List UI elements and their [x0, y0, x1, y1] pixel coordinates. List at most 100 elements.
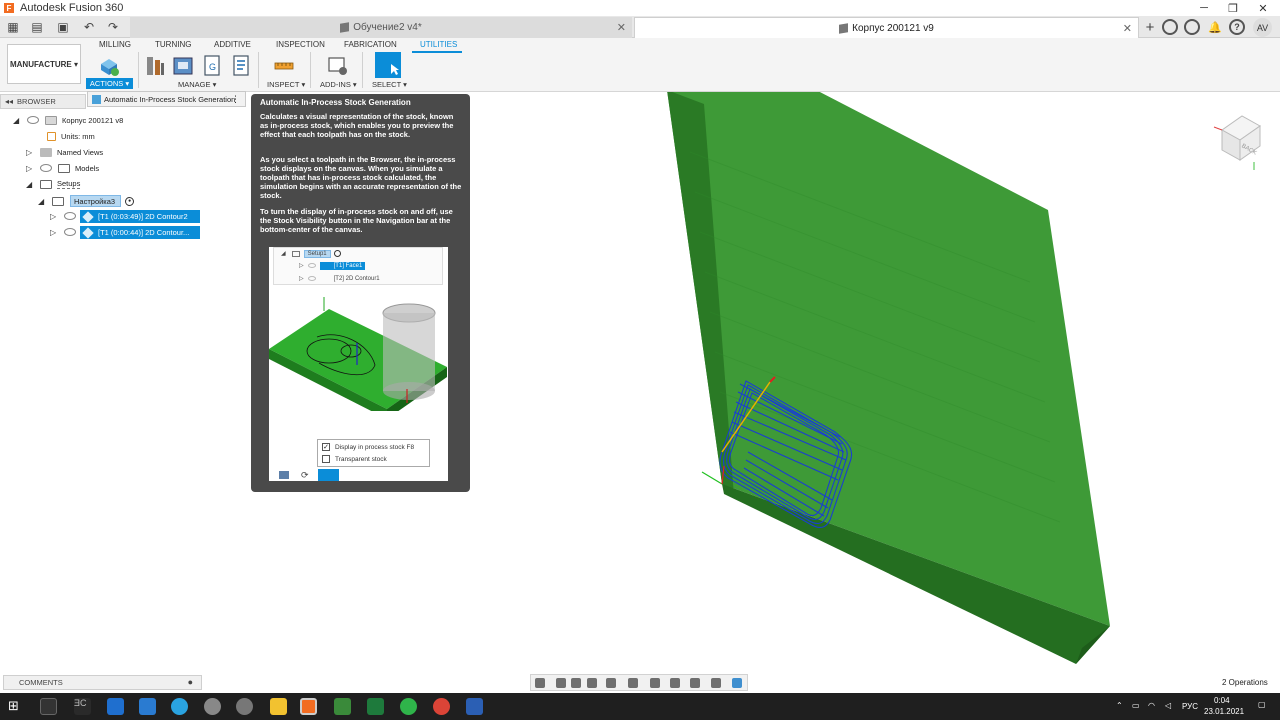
expand-triangle-icon[interactable]: ◢ — [38, 197, 46, 206]
new-tab-button[interactable]: + — [1141, 18, 1159, 36]
outlook-icon[interactable] — [139, 698, 156, 715]
stock-visibility-icon[interactable] — [732, 678, 742, 688]
operation-2d-contour[interactable]: [T1 (0:00:44)] 2D Contour... — [80, 226, 200, 239]
post-library-icon[interactable]: G — [201, 54, 223, 78]
setups-node[interactable]: ◢ Setups — [26, 177, 81, 191]
canvas-viewport[interactable]: BACK — [470, 90, 1280, 673]
terminal-app-icon[interactable] — [40, 698, 57, 715]
tray-chevron-icon[interactable]: ⌃ — [1116, 701, 1123, 710]
zoom-icon[interactable] — [587, 678, 597, 688]
close-tab-icon[interactable]: ✕ — [1123, 22, 1132, 35]
task-view-icon[interactable]: ƎC — [74, 698, 91, 715]
actions-menu-button[interactable]: ACTIONS ▾ — [86, 78, 133, 89]
user-avatar[interactable]: AV — [1253, 18, 1272, 37]
orbit-icon[interactable] — [535, 678, 545, 688]
inspect-menu-button[interactable]: INSPECT ▾ — [267, 80, 305, 89]
tool-library-icon[interactable] — [144, 54, 166, 78]
extensions-icon[interactable] — [1162, 19, 1178, 35]
chrome-icon[interactable] — [433, 698, 450, 715]
clock-date[interactable]: 23.01.2021 — [1204, 707, 1244, 716]
tab-utilities[interactable]: UTILITIES — [420, 40, 457, 49]
visibility-eye-icon[interactable] — [64, 212, 76, 220]
job-status-icon[interactable] — [1184, 19, 1200, 35]
app-icon[interactable] — [236, 698, 253, 715]
add-comment-icon[interactable]: ● — [188, 677, 193, 687]
maximize-button[interactable]: ❐ — [1216, 0, 1250, 16]
notification-center-icon[interactable]: ▢ — [1258, 700, 1266, 709]
viewcube[interactable]: BACK — [1204, 102, 1266, 172]
browser-header[interactable]: ◂◂ BROWSER — [0, 94, 86, 109]
browser-root-node[interactable]: ◢ Корпус 200121 v8 — [13, 113, 123, 127]
visibility-eye-icon[interactable] — [40, 164, 52, 172]
fusion-360-taskbar-icon[interactable] — [300, 698, 317, 715]
manage-menu-button[interactable]: MANAGE ▾ — [178, 80, 216, 89]
expand-triangle-icon[interactable]: ▷ — [26, 164, 34, 173]
tab-fabrication[interactable]: FABRICATION — [344, 40, 397, 49]
actions-dropdown-menu[interactable]: Automatic In-Process Stock Generation ⋮ — [87, 91, 246, 107]
close-tab-icon[interactable]: ✕ — [617, 21, 626, 34]
models-node[interactable]: ▷ Models — [26, 161, 99, 175]
fit-icon[interactable] — [606, 678, 616, 688]
named-views-node[interactable]: ▷ Named Views — [26, 145, 103, 159]
app-icon[interactable] — [204, 698, 221, 715]
undo-icon[interactable]: ↶ — [80, 18, 98, 36]
viewports-icon[interactable] — [670, 678, 680, 688]
stock-display-icon[interactable] — [690, 678, 700, 688]
excel-icon[interactable] — [367, 698, 384, 715]
in-process-stock-icon[interactable] — [98, 54, 120, 78]
operation-row[interactable]: ▷ — [50, 225, 76, 239]
template-library-icon[interactable] — [230, 54, 252, 78]
tab-additive[interactable]: ADDITIVE — [214, 40, 251, 49]
redo-icon[interactable]: ↷ — [104, 18, 122, 36]
close-window-button[interactable]: ✕ — [1246, 0, 1280, 16]
measure-icon[interactable] — [273, 54, 295, 78]
transparent-stock-checkbox[interactable] — [322, 455, 330, 463]
tab-turning[interactable]: TURNING — [155, 40, 191, 49]
wifi-icon[interactable]: ◠ — [1148, 701, 1155, 710]
app-icon[interactable] — [107, 698, 124, 715]
file-menu-icon[interactable]: ▤ — [28, 18, 46, 36]
display-settings-icon[interactable] — [628, 678, 638, 688]
display-in-process-stock-checkbox[interactable]: ✓ — [322, 443, 330, 451]
select-menu-button[interactable]: SELECT ▾ — [372, 80, 407, 89]
telegram-icon[interactable] — [171, 698, 188, 715]
setup-node[interactable]: ◢ Настройка3 ● — [38, 194, 135, 208]
visibility-eye-icon[interactable] — [64, 228, 76, 236]
operation-2d-contour2[interactable]: [T1 (0:03:49)] 2D Contour2 — [80, 210, 200, 223]
clock-time[interactable]: 0:04 — [1214, 696, 1230, 705]
collapse-panel-icon[interactable]: ◂◂ — [5, 97, 13, 106]
expand-triangle-icon[interactable]: ◢ — [13, 116, 21, 125]
tab-obuchenie[interactable]: Обучение2 v4* ✕ — [130, 17, 632, 38]
volume-icon[interactable]: ◁ — [1165, 701, 1171, 710]
operation-row[interactable]: ▷ — [50, 209, 76, 223]
windows-start-icon[interactable]: ⊞ — [8, 698, 25, 715]
tab-korpus[interactable]: Корпус 200121 v9 ✕ — [634, 17, 1139, 38]
in-process-stock-model[interactable] — [470, 90, 1280, 673]
menu-item-auto-in-process-stock[interactable]: Automatic In-Process Stock Generation — [104, 95, 235, 104]
help-icon[interactable]: ? — [1229, 19, 1245, 35]
add-ins-menu-button[interactable]: ADD-INS ▾ — [320, 80, 357, 89]
grid-menu-icon[interactable]: ▦ — [4, 18, 22, 36]
expand-triangle-icon[interactable]: ▷ — [50, 228, 58, 237]
workspace-switcher[interactable]: MANUFACTURE ▾ — [7, 44, 81, 84]
grid-settings-icon[interactable] — [650, 678, 660, 688]
machine-library-icon[interactable] — [172, 54, 194, 78]
tab-inspection[interactable]: INSPECTION — [276, 40, 325, 49]
file-explorer-icon[interactable] — [270, 698, 287, 715]
app-icon[interactable] — [334, 698, 351, 715]
units-node[interactable]: Units: mm — [41, 129, 95, 143]
comments-panel[interactable]: COMMENTS ● — [3, 675, 202, 690]
look-at-icon[interactable] — [556, 678, 566, 688]
notifications-icon[interactable]: 🔔 — [1206, 18, 1224, 36]
scripts-addins-icon[interactable] — [327, 54, 349, 78]
word-icon[interactable] — [466, 698, 483, 715]
select-tool-button[interactable] — [375, 52, 401, 78]
expand-triangle-icon[interactable]: ▷ — [50, 212, 58, 221]
refresh-icon[interactable] — [711, 678, 721, 688]
activate-setup-icon[interactable]: ● — [125, 196, 135, 206]
visibility-eye-icon[interactable] — [27, 116, 39, 124]
pan-icon[interactable] — [571, 678, 581, 688]
more-options-icon[interactable]: ⋮ — [231, 94, 240, 105]
network-icon[interactable]: ▭ — [1132, 701, 1140, 710]
whatsapp-icon[interactable] — [400, 698, 417, 715]
